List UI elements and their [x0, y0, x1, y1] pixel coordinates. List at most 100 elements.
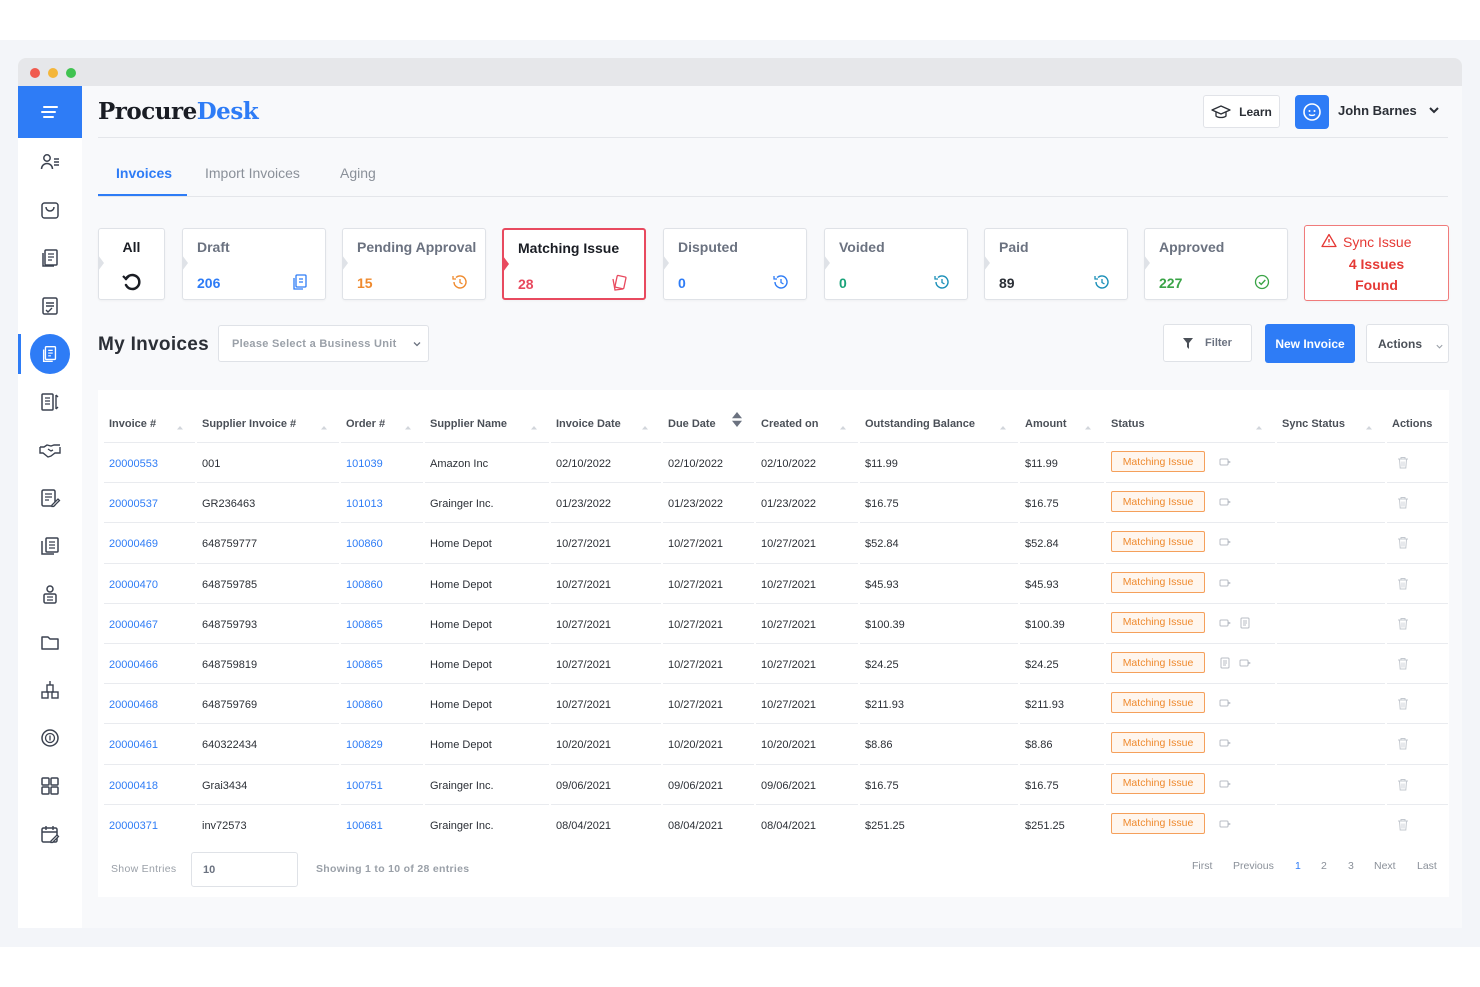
page-2-link[interactable]: 2 — [1321, 860, 1327, 872]
sort-icon[interactable] — [1365, 419, 1373, 431]
sidebar-item-inventory[interactable] — [34, 674, 66, 706]
previous-page-link[interactable]: Previous — [1233, 860, 1274, 872]
table-row[interactable]: 20000537 GR236463 101013 Grainger Inc. 01/23… — [98, 482, 1449, 522]
delete-icon[interactable] — [1397, 737, 1409, 750]
delete-icon[interactable] — [1397, 657, 1409, 670]
sort-icon[interactable] — [839, 419, 847, 431]
invoice-number-link[interactable]: 20000418 — [109, 780, 158, 792]
sidebar-item-apps[interactable] — [34, 770, 66, 802]
sidebar-item-approvals[interactable] — [34, 290, 66, 322]
user-name[interactable]: John Barnes — [1338, 103, 1417, 118]
sort-icon[interactable] — [1084, 419, 1092, 431]
sort-icon[interactable] — [404, 419, 412, 431]
sidebar-item-invoices[interactable] — [30, 334, 70, 374]
delete-icon[interactable] — [1397, 577, 1409, 590]
table-row[interactable]: 20000371 inv72573 100681 Grainger Inc. 08/04… — [98, 803, 1449, 844]
delete-icon[interactable] — [1397, 617, 1409, 630]
attachment-document-icon[interactable] — [1239, 617, 1251, 629]
last-page-link[interactable]: Last — [1417, 860, 1437, 872]
column-header[interactable]: Created on — [761, 418, 818, 430]
column-header[interactable]: Status — [1111, 418, 1145, 430]
delete-icon[interactable] — [1397, 456, 1409, 469]
status-card-draft[interactable]: Draft 206 — [182, 228, 326, 300]
delete-icon[interactable] — [1397, 818, 1409, 831]
sync-status-icon[interactable] — [1219, 737, 1231, 749]
close-window-button[interactable] — [30, 68, 40, 78]
sync-issue-alert[interactable]: Sync Issue 4 Issues Found — [1304, 225, 1449, 301]
business-unit-select[interactable]: Please Select a Business Unit — [218, 325, 429, 362]
next-page-link[interactable]: Next — [1374, 860, 1396, 872]
sort-icon[interactable] — [320, 419, 328, 431]
status-card-approved[interactable]: Approved 227 — [1144, 228, 1288, 300]
order-number-link[interactable]: 100829 — [346, 739, 383, 751]
attachment-document-icon[interactable] — [1219, 657, 1231, 669]
table-row[interactable]: 20000468 648759769 100860 Home Depot 10/27/2… — [98, 683, 1449, 723]
delete-icon[interactable] — [1397, 697, 1409, 710]
order-number-link[interactable]: 101013 — [346, 498, 383, 510]
sidebar-item-cart[interactable] — [34, 194, 66, 226]
invoice-number-link[interactable]: 20000468 — [109, 699, 158, 711]
delete-icon[interactable] — [1397, 496, 1409, 509]
order-number-link[interactable]: 100860 — [346, 538, 383, 550]
sync-status-icon[interactable] — [1219, 577, 1231, 589]
order-number-link[interactable]: 100681 — [346, 820, 383, 832]
sidebar-item-catalog[interactable] — [34, 530, 66, 562]
sync-status-icon[interactable] — [1219, 697, 1231, 709]
invoice-number-link[interactable]: 20000469 — [109, 538, 158, 550]
sidebar-item-documents[interactable] — [34, 242, 66, 274]
sort-icon[interactable] — [530, 419, 538, 431]
sidebar-item-contracts[interactable] — [34, 482, 66, 514]
sort-icon[interactable] — [1255, 419, 1263, 431]
status-card-pending-approval[interactable]: Pending Approval 15 — [342, 228, 486, 300]
sidebar-item-users[interactable] — [34, 146, 66, 178]
tab-invoices[interactable]: Invoices — [116, 165, 172, 181]
sync-status-icon[interactable] — [1239, 657, 1251, 669]
sync-status-icon[interactable] — [1219, 496, 1231, 508]
page-1-link[interactable]: 1 — [1295, 860, 1301, 872]
status-card-voided[interactable]: Voided 0 — [824, 228, 968, 300]
column-header[interactable]: Amount — [1025, 418, 1067, 430]
order-number-link[interactable]: 100860 — [346, 579, 383, 591]
delete-icon[interactable] — [1397, 778, 1409, 791]
column-header[interactable]: Invoice # — [109, 418, 156, 430]
status-card-paid[interactable]: Paid 89 — [984, 228, 1128, 300]
sidebar-item-budget[interactable] — [34, 722, 66, 754]
sort-icon[interactable] — [641, 419, 649, 431]
status-card-all[interactable]: All — [98, 228, 165, 300]
order-number-link[interactable]: 101039 — [346, 458, 383, 470]
sidebar-item-files[interactable] — [34, 626, 66, 658]
filter-button[interactable]: Filter — [1163, 324, 1252, 362]
sync-status-icon[interactable] — [1219, 536, 1231, 548]
tab-import-invoices[interactable]: Import Invoices — [205, 165, 300, 181]
invoice-number-link[interactable]: 20000371 — [109, 820, 158, 832]
procuredesk-logo[interactable]: ProcureDesk — [98, 98, 259, 125]
sort-icon[interactable] — [999, 419, 1007, 431]
table-row[interactable]: 20000467 648759793 100865 Home Depot 10/27/2… — [98, 602, 1449, 643]
sidebar-item-people[interactable] — [34, 578, 66, 610]
status-card-matching-issue[interactable]: Matching Issue 28 — [502, 228, 646, 300]
order-number-link[interactable]: 100865 — [346, 619, 383, 631]
column-header[interactable]: Order # — [346, 418, 385, 430]
sort-icon[interactable] — [732, 412, 742, 427]
order-number-link[interactable]: 100751 — [346, 780, 383, 792]
sidebar-item-calendar[interactable] — [34, 818, 66, 850]
page-3-link[interactable]: 3 — [1348, 860, 1354, 872]
actions-dropdown[interactable]: Actions — [1366, 324, 1449, 363]
column-header[interactable]: Sync Status — [1282, 418, 1345, 430]
invoice-number-link[interactable]: 20000467 — [109, 619, 158, 631]
status-card-disputed[interactable]: Disputed 0 — [663, 228, 807, 300]
table-row[interactable]: 20000553 001 101039 Amazon Inc 02/10/2022 02/… — [98, 442, 1449, 482]
column-header[interactable]: Invoice Date — [556, 418, 621, 430]
table-row[interactable]: 20000461 640322434 100829 Home Depot 10/20/2… — [98, 723, 1449, 763]
column-header[interactable]: Supplier Invoice # — [202, 418, 296, 430]
invoice-number-link[interactable]: 20000466 — [109, 659, 158, 671]
new-invoice-button[interactable]: New Invoice — [1265, 324, 1355, 363]
order-number-link[interactable]: 100860 — [346, 699, 383, 711]
table-row[interactable]: 20000418 Grai3434 100751 Grainger Inc. 09/06… — [98, 763, 1449, 804]
column-header[interactable]: Outstanding Balance — [865, 418, 975, 430]
delete-icon[interactable] — [1397, 536, 1409, 549]
table-row[interactable]: 20000470 648759785 100860 Home Depot 10/27/2… — [98, 562, 1449, 603]
menu-toggle-button[interactable] — [18, 86, 82, 138]
order-number-link[interactable]: 100865 — [346, 659, 383, 671]
column-header[interactable]: Actions — [1392, 418, 1432, 430]
